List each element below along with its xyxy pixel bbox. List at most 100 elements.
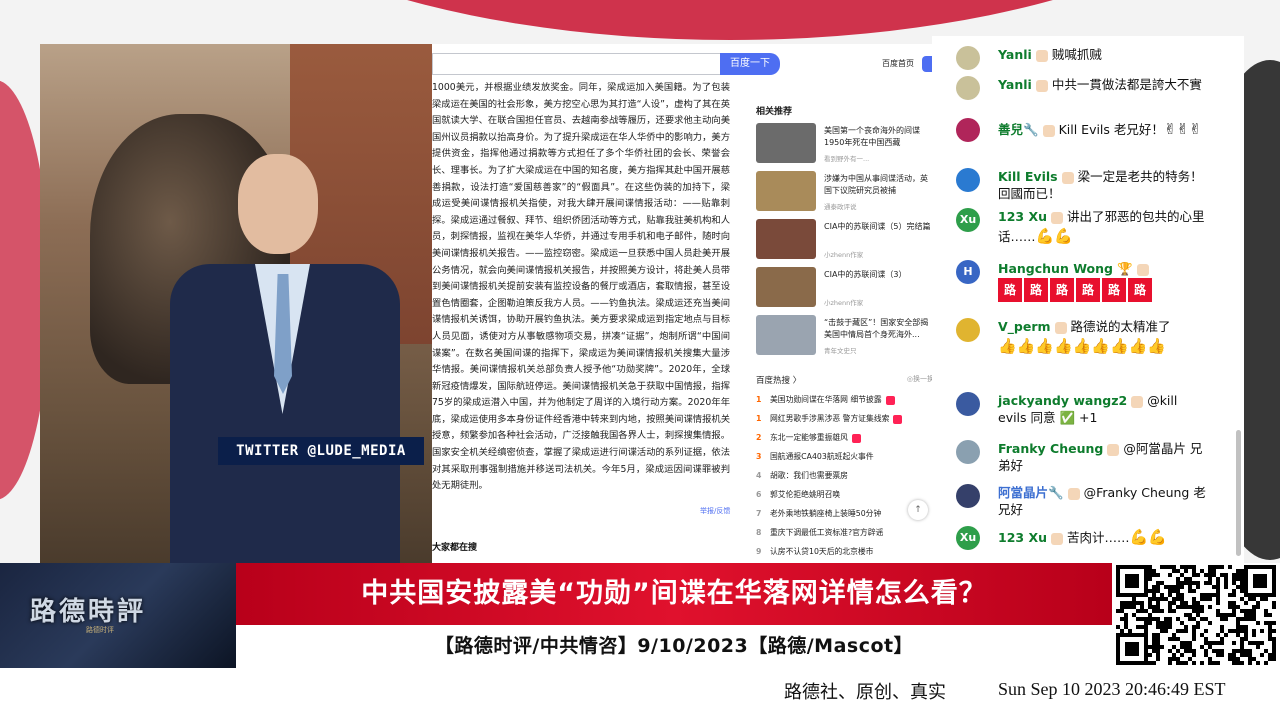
back-to-top-icon[interactable]: ↑ (908, 500, 928, 520)
related-title[interactable]: “击鼓于藏区”！国家安全部揭美国中情局首个身死海外... (824, 317, 932, 341)
chat-text: 苦肉计…… (1066, 530, 1130, 545)
road-badge-icon: 路 (1102, 278, 1126, 302)
show-logo-panel: 路德時評 路德时评 (0, 563, 236, 668)
chat-author[interactable]: Yanli (998, 47, 1032, 62)
related-item[interactable]: “击鼓于藏区”！国家安全部揭美国中情局首个身死海外... 青年文史只 (756, 315, 932, 363)
member-badge-icon (1035, 49, 1048, 62)
baidu-home-link[interactable]: 百度首页 (882, 58, 914, 69)
headline-subtitle: 【路德时评/中共情咨】9/10/2023【路德/Mascot】 (236, 625, 1112, 668)
hot-title[interactable]: 胡歌：我们也需要票房 (770, 471, 848, 480)
chat-avatar[interactable] (956, 168, 980, 192)
headline-title: 中共国安披露美“功勋”间谍在华落网详情怎么看？ (236, 563, 1112, 625)
user-avatar[interactable] (922, 56, 932, 72)
chat-avatar[interactable] (956, 76, 980, 100)
member-badge-icon (1131, 395, 1144, 408)
related-recommendations: 相关推荐 美国第一个丧命海外的间谍 1950年死在中国西藏 看到野外有一... 涉嫌… (756, 104, 932, 363)
related-source: 小zhenn作家 (824, 299, 864, 307)
report-feedback-link[interactable]: 举报/反馈 (700, 506, 730, 516)
chat-message-body: Yanli 贼喊抓贼 (998, 46, 1208, 63)
chat-author[interactable]: V_perm (998, 319, 1051, 334)
hot-rank: 4 (756, 471, 762, 480)
chat-text: 中共一貫做法都是誇大不實 (1051, 77, 1202, 92)
hot-rank: 7 (756, 509, 762, 518)
chat-avatar[interactable] (956, 440, 980, 464)
chat-message-body: Hangchun Wong 🏆 路路路路路路 (998, 260, 1208, 303)
related-thumbnail[interactable] (756, 267, 816, 307)
hot-title[interactable]: 郭艾伦拒绝姚明召唤 (770, 490, 840, 499)
chat-avatar[interactable]: Xu (956, 526, 980, 550)
hot-search-item[interactable]: 1 美国功勋间谍在华落网 细节披露 (756, 390, 932, 409)
speaker-person (170, 154, 400, 564)
search-bar: 百度一下 百度首页 (432, 52, 932, 78)
hot-search-item[interactable]: 4 胡歌：我们也需要票房 (756, 466, 932, 485)
hot-title[interactable]: 老外乘地铁躺座椅上装睡50分钟 (770, 509, 881, 518)
chat-message-body: 123 Xu 讲出了邪恶的包共的心里话……💪💪 (998, 208, 1208, 247)
related-item[interactable]: CIA中的苏联间谍（3） 小zhenn作家 (756, 267, 932, 315)
hot-search-heading[interactable]: 百度热搜 〉 ◎换一换 (756, 374, 932, 390)
chat-avatar[interactable]: Xu (956, 208, 980, 232)
chat-author[interactable]: Yanli (998, 77, 1032, 92)
hot-search-item[interactable]: 6 郭艾伦拒绝姚明召唤 (756, 485, 932, 504)
article-body: 1000美元，并根据业绩发放奖金。同年，梁成运加入美国籍。为了包装梁成运在美国的… (432, 82, 730, 492)
hot-title[interactable]: 网红男歌手涉黑涉恶 警方证集线索 (770, 414, 889, 423)
chat-avatar[interactable] (956, 318, 980, 342)
chat-author[interactable]: Kill Evils (998, 169, 1058, 184)
hot-rank: 2 (756, 433, 762, 442)
hot-search-item[interactable]: 2 东北一定能够重振雄风 (756, 428, 932, 447)
chat-avatar[interactable] (956, 118, 980, 142)
search-button[interactable]: 百度一下 (720, 53, 780, 75)
hot-title[interactable]: 国航通报CA403航班起火事件 (770, 452, 874, 461)
related-title[interactable]: 涉嫌为中国从事间谍活动，英国下议院研究员被捕 (824, 173, 932, 197)
road-badge-icon: 路 (1076, 278, 1100, 302)
speaker-head (238, 154, 318, 254)
related-source: 通泰政评说 (824, 203, 857, 211)
hot-rank: 9 (756, 547, 762, 556)
chat-author[interactable]: 123 Xu (998, 530, 1047, 545)
refresh-link[interactable]: ◎换一换 (907, 374, 932, 384)
chat-avatar[interactable] (956, 484, 980, 508)
hot-title[interactable]: 美国功勋间谍在华落网 细节披露 (770, 395, 882, 404)
chat-author[interactable]: 善兒🔧 (998, 122, 1039, 137)
member-badge-icon (1107, 443, 1120, 456)
member-badge-icon (1050, 211, 1063, 224)
chat-avatar[interactable] (956, 392, 980, 416)
chat-avatar[interactable] (956, 46, 980, 70)
related-item[interactable]: CIA中的苏联间谍（5）完结篇 小zhenn作家 (756, 219, 932, 267)
hot-search-title: 百度热搜 〉 (756, 376, 802, 386)
chat-author[interactable]: Franky Cheung (998, 441, 1103, 456)
search-input[interactable] (432, 53, 720, 75)
qr-code-icon (1112, 563, 1280, 668)
hot-search-item[interactable]: 3 国航通报CA403航班起火事件 (756, 447, 932, 466)
member-badge-icon (1067, 487, 1080, 500)
hot-search-item[interactable]: 7 老外乘地铁躺座椅上装睡50分钟 (756, 504, 932, 523)
related-title[interactable]: CIA中的苏联间谍（5）完结篇 (824, 221, 932, 233)
chat-message-body: Yanli 中共一貫做法都是誇大不實 (998, 76, 1208, 93)
chat-scrollbar[interactable] (1236, 430, 1241, 556)
related-thumbnail[interactable] (756, 219, 816, 259)
related-thumbnail[interactable] (756, 315, 816, 355)
chat-author[interactable]: jackyandy wangz2 (998, 393, 1127, 408)
related-item[interactable]: 美国第一个丧命海外的间谍 1950年死在中国西藏 看到野外有一... (756, 123, 932, 171)
hot-search-item[interactable]: 8 重庆下调最低工资标准?官方辟谣 (756, 523, 932, 542)
related-thumbnail[interactable] (756, 123, 816, 163)
chat-author[interactable]: Hangchun Wong 🏆 (998, 261, 1133, 276)
hot-rank: 1 (756, 414, 762, 423)
related-title[interactable]: CIA中的苏联间谍（3） (824, 269, 932, 281)
related-title[interactable]: 美国第一个丧命海外的间谍 1950年死在中国西藏 (824, 125, 932, 149)
hot-title[interactable]: 东北一定能够重振雄风 (770, 433, 848, 442)
show-logo-sub: 路德时评 (86, 626, 114, 634)
hot-search-item[interactable]: 9 认房不认贷10天后的北京楼市 (756, 542, 932, 561)
chat-message-body: 阿當晶片🔧 @Franky Cheung 老兄好 (998, 484, 1208, 518)
hot-search-item[interactable]: 1 网红男歌手涉黑涉恶 警方证集线索 (756, 409, 932, 428)
hot-title[interactable]: 认房不认贷10天后的北京楼市 (770, 547, 873, 556)
hot-badge-icon (885, 395, 895, 405)
chat-avatar[interactable]: H (956, 260, 980, 284)
chat-author[interactable]: 123 Xu (998, 209, 1047, 224)
hot-title[interactable]: 重庆下调最低工资标准?官方辟谣 (770, 528, 883, 537)
chat-author[interactable]: 阿當晶片🔧 (998, 485, 1064, 500)
related-thumbnail[interactable] (756, 171, 816, 211)
chat-text: Kill Evils 老兄好！ (1058, 122, 1164, 137)
related-item[interactable]: 涉嫌为中国从事间谍活动，英国下议院研究员被捕通泰政评说 (756, 171, 932, 219)
hot-rank: 8 (756, 528, 762, 537)
related-source: 青年文史只 (824, 347, 857, 355)
